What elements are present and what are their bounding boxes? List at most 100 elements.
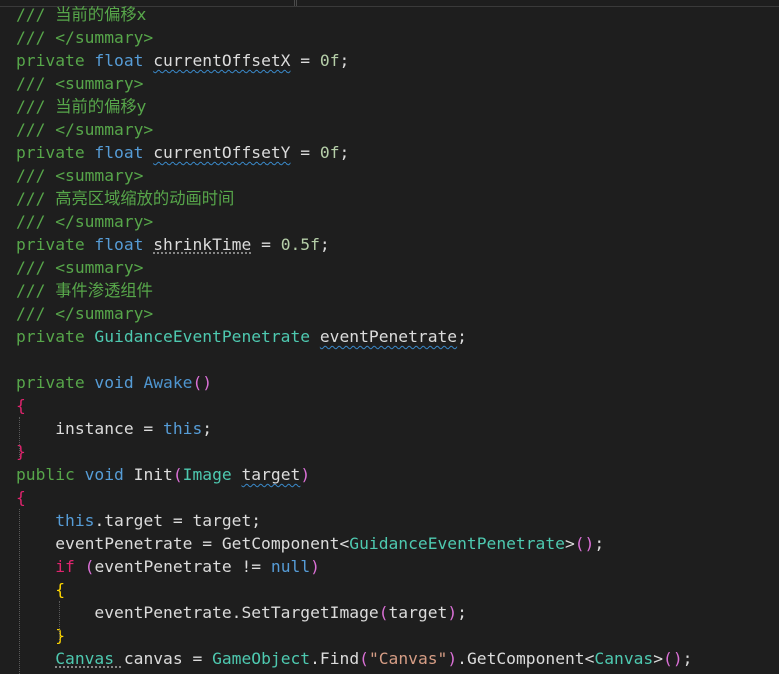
code-token: /// <summary> xyxy=(16,166,144,185)
code-line[interactable]: /// </summary> xyxy=(0,302,779,325)
code-token: ) xyxy=(300,465,311,484)
code-token: target xyxy=(388,603,448,622)
code-line[interactable]: /// <summary> xyxy=(0,164,779,187)
code-token: = xyxy=(290,51,320,70)
code-token: () xyxy=(574,534,595,553)
code-line[interactable]: private GuidanceEventPenetrate eventPene… xyxy=(0,325,779,348)
code-token: ; xyxy=(319,235,330,254)
code-line[interactable] xyxy=(0,348,779,371)
code-token: Awake xyxy=(143,373,193,392)
code-token: "Canvas" xyxy=(368,649,448,668)
code-token: = xyxy=(251,235,281,254)
code-token: ; xyxy=(457,603,467,622)
code-line[interactable]: /// <summary> xyxy=(0,72,779,95)
code-line[interactable]: /// 当前的偏移y xyxy=(0,95,779,118)
code-token: float xyxy=(94,51,154,70)
code-token: /// </summary> xyxy=(16,304,154,323)
code-token: Init xyxy=(133,465,173,484)
code-token: ; xyxy=(339,143,350,162)
code-line[interactable]: instance = this; xyxy=(0,417,779,440)
code-token: /// </summary> xyxy=(16,212,154,231)
code-line[interactable]: /// <summary> xyxy=(0,256,779,279)
code-token: /// xyxy=(16,281,56,300)
code-token: currentOffsetY xyxy=(153,143,291,162)
code-line[interactable]: { xyxy=(0,394,779,417)
code-token: { xyxy=(16,396,26,415)
code-line[interactable]: private void Awake() xyxy=(0,371,779,394)
code-token: /// <summary> xyxy=(16,74,144,93)
code-token: ; xyxy=(682,649,693,668)
code-token: private xyxy=(16,235,95,254)
code-token: /// </summary> xyxy=(16,28,154,47)
code-token: /// xyxy=(16,97,56,116)
code-token: null xyxy=(270,557,311,576)
code-line[interactable]: /// 事件渗透组件 xyxy=(0,279,779,302)
indent-guide xyxy=(19,509,20,674)
code-line[interactable]: } xyxy=(0,624,779,647)
code-line[interactable]: { xyxy=(0,486,779,509)
code-token: if xyxy=(55,557,85,576)
code-token: ; xyxy=(594,534,605,553)
code-token: private xyxy=(16,51,95,70)
code-token: GameObject xyxy=(212,649,311,668)
code-token: eventPenetrate = GetComponent< xyxy=(16,534,350,553)
code-line[interactable]: /// 当前的偏移x xyxy=(0,3,779,26)
code-token: } xyxy=(16,442,26,461)
code-line[interactable]: eventPenetrate.SetTargetImage(target); xyxy=(0,601,779,624)
code-line[interactable]: /// </summary> xyxy=(0,26,779,49)
code-token: target xyxy=(241,465,301,484)
code-token: 事件渗透组件 xyxy=(55,281,153,300)
code-token: /// xyxy=(16,5,56,24)
code-token: ) xyxy=(447,603,458,622)
code-token: ) xyxy=(310,557,320,576)
code-token: currentOffsetX xyxy=(153,51,291,70)
code-line[interactable]: { xyxy=(0,578,779,601)
code-token: void xyxy=(84,465,134,484)
code-token: > xyxy=(653,649,664,668)
code-line[interactable]: eventPenetrate = GetComponent<GuidanceEv… xyxy=(0,532,779,555)
code-token: this xyxy=(55,511,95,530)
code-token: ; xyxy=(202,419,213,438)
code-line[interactable]: private float currentOffsetY = 0f; xyxy=(0,141,779,164)
code-token: ( xyxy=(378,603,389,622)
code-token: Canvas xyxy=(55,649,124,668)
code-line[interactable]: private float currentOffsetX = 0f; xyxy=(0,49,779,72)
code-line[interactable]: if (eventPenetrate != null) xyxy=(0,555,779,578)
code-token: private xyxy=(16,373,95,392)
code-token: .GetComponent< xyxy=(457,649,595,668)
code-token: ( xyxy=(84,557,95,576)
code-line[interactable]: /// </summary> xyxy=(0,118,779,141)
code-token: eventPenetrate.SetTargetImage xyxy=(16,603,379,622)
code-token: float xyxy=(94,143,154,162)
code-token: 0f xyxy=(319,51,340,70)
code-line[interactable]: private float shrinkTime = 0.5f; xyxy=(0,233,779,256)
code-token: float xyxy=(94,235,154,254)
code-token: ; xyxy=(457,327,467,346)
code-token: shrinkTime xyxy=(153,235,252,254)
code-token: eventPenetrate != xyxy=(94,557,271,576)
code-editor[interactable]: /// 当前的偏移x /// </summary> private float cu… xyxy=(0,0,779,674)
code-token: () xyxy=(663,649,683,668)
code-line[interactable]: /// </summary> xyxy=(0,210,779,233)
code-lines[interactable]: /// 当前的偏移x /// </summary> private float cu… xyxy=(0,3,779,670)
code-line[interactable]: } xyxy=(0,440,779,463)
code-token: ( xyxy=(359,649,369,668)
code-token: void xyxy=(94,373,144,392)
code-line[interactable]: public void Init(Image target) xyxy=(0,463,779,486)
code-token: ( xyxy=(172,465,183,484)
code-token: > xyxy=(564,534,575,553)
code-token: 当前的偏移x xyxy=(55,5,147,24)
code-token: .target = target; xyxy=(94,511,262,530)
code-token: /// <summary> xyxy=(16,258,144,277)
code-line[interactable]: this.target = target; xyxy=(0,509,779,532)
code-line[interactable]: Canvas canvas = GameObject.Find("Canvas"… xyxy=(0,647,779,670)
code-token: = xyxy=(290,143,320,162)
code-token: { xyxy=(16,580,66,599)
code-line[interactable]: /// 高亮区域缩放的动画时间 xyxy=(0,187,779,210)
code-token: } xyxy=(16,626,66,645)
indent-guide xyxy=(59,601,60,641)
code-token: eventPenetrate xyxy=(319,327,458,346)
